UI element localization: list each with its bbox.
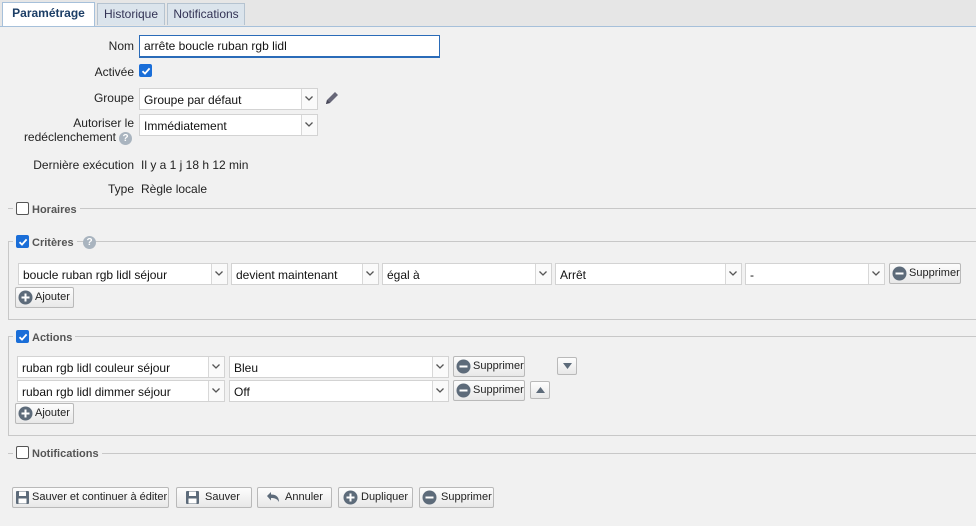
derniere-execution-label: Dernière exécution — [33, 158, 134, 172]
chevron-down-icon[interactable] — [208, 357, 224, 377]
criteria-delete-button[interactable]: Supprimer — [889, 263, 961, 284]
actions-checkbox[interactable] — [16, 330, 29, 343]
delete-label: Supprimer — [441, 491, 492, 503]
chevron-down-icon[interactable] — [432, 381, 448, 401]
minus-circle-icon — [456, 359, 471, 374]
chevron-down-icon[interactable] — [432, 357, 448, 377]
criteria-add-label: Ajouter — [35, 291, 70, 303]
settings-panel: Nom Activée Groupe Groupe par défaut Aut… — [0, 27, 976, 526]
activee-label: Activée — [94, 65, 134, 79]
save-label: Sauver — [205, 491, 240, 503]
notifications-checkbox[interactable] — [16, 446, 29, 459]
criteria-operator-select[interactable]: égal à — [382, 263, 552, 285]
tab-bar: Paramétrage Historique Notifications — [0, 0, 976, 27]
nom-input[interactable] — [139, 35, 440, 58]
actions-legend[interactable]: Actions — [13, 330, 76, 345]
action-delete-button-2[interactable]: Supprimer — [453, 380, 525, 401]
pencil-icon[interactable] — [323, 89, 341, 107]
minus-circle-icon — [422, 490, 437, 505]
action-add-label: Ajouter — [35, 407, 70, 419]
criteria-delete-label: Supprimer — [909, 267, 960, 279]
chevron-down-icon[interactable] — [208, 381, 224, 401]
floppy-disk-icon — [185, 490, 200, 505]
chevron-down-icon[interactable] — [535, 264, 551, 284]
criteria-add-button[interactable]: Ajouter — [15, 287, 74, 308]
action-value-value-2: Off — [234, 385, 250, 399]
notifications-separator — [8, 453, 976, 454]
groupe-select[interactable]: Groupe par défaut — [139, 88, 318, 110]
horaires-checkbox[interactable] — [16, 202, 29, 215]
type-value: Règle locale — [141, 182, 208, 196]
tab-parametrage[interactable]: Paramétrage — [2, 2, 95, 26]
action-device-select-2[interactable]: ruban rgb lidl dimmer séjour — [17, 380, 225, 402]
criteria-condition-value: devient maintenant — [236, 268, 338, 282]
action-value-select-1[interactable]: Bleu — [229, 356, 449, 378]
action-delete-label-2: Supprimer — [473, 384, 524, 396]
save-continue-button[interactable]: Sauver et continuer à éditer — [12, 487, 169, 508]
tab-historique[interactable]: Historique — [97, 3, 165, 25]
chevron-down-icon[interactable] — [301, 89, 317, 109]
duplicate-label: Dupliquer — [361, 491, 409, 503]
action-device-select-1[interactable]: ruban rgb lidl couleur séjour — [17, 356, 225, 378]
action-device-value-1: ruban rgb lidl couleur séjour — [22, 361, 171, 375]
criteria-extra-value: - — [750, 268, 754, 282]
nom-label: Nom — [108, 39, 134, 53]
groupe-select-value: Groupe par défaut — [144, 93, 242, 107]
help-icon[interactable]: ? — [83, 236, 96, 249]
actions-title: Actions — [32, 332, 73, 344]
minus-circle-icon — [892, 266, 907, 281]
help-icon[interactable]: ? — [119, 132, 132, 145]
action-delete-button-1[interactable]: Supprimer — [453, 356, 525, 377]
duplicate-button[interactable]: Dupliquer — [338, 487, 413, 508]
notifications-legend[interactable]: Notifications — [13, 446, 102, 461]
criteres-checkbox[interactable] — [16, 235, 29, 248]
criteria-device-select[interactable]: boucle ruban rgb lidl séjour — [18, 263, 228, 285]
autoriser-label-line1: Autoriser le — [73, 116, 134, 130]
minus-circle-icon — [456, 383, 471, 398]
move-down-button[interactable] — [557, 357, 577, 375]
type-label: Type — [107, 182, 134, 196]
delete-button[interactable]: Supprimer — [419, 487, 494, 508]
autoriser-select-value: Immédiatement — [144, 119, 227, 133]
chevron-down-icon[interactable] — [868, 264, 884, 284]
activee-checkbox[interactable] — [139, 64, 152, 77]
cancel-label: Annuler — [285, 491, 323, 503]
criteria-value-value: Arrêt — [560, 268, 587, 282]
criteres-title: Critères — [32, 237, 74, 249]
horaires-title: Horaires — [32, 204, 77, 216]
criteria-extra-select[interactable]: - — [745, 263, 885, 285]
autoriser-select[interactable]: Immédiatement — [139, 114, 318, 136]
action-device-value-2: ruban rgb lidl dimmer séjour — [22, 385, 171, 399]
groupe-label: Groupe — [93, 91, 134, 105]
criteres-legend[interactable]: Critères — [13, 235, 77, 250]
autoriser-label-line2: redéclenchement — [23, 130, 116, 144]
floppy-disk-icon — [15, 490, 30, 505]
action-delete-label-1: Supprimer — [473, 360, 524, 372]
action-add-button[interactable]: Ajouter — [15, 403, 74, 424]
criteria-condition-select[interactable]: devient maintenant — [231, 263, 379, 285]
cancel-button[interactable]: Annuler — [257, 487, 332, 508]
tab-notifications[interactable]: Notifications — [167, 3, 245, 25]
criteria-value-select[interactable]: Arrêt — [555, 263, 742, 285]
chevron-down-icon[interactable] — [362, 264, 378, 284]
criteria-operator-value: égal à — [387, 268, 420, 282]
save-continue-label: Sauver et continuer à éditer — [32, 491, 168, 503]
plus-circle-icon — [343, 490, 358, 505]
notifications-title: Notifications — [32, 448, 99, 460]
chevron-down-icon[interactable] — [725, 264, 741, 284]
plus-circle-icon — [18, 406, 33, 421]
undo-arrow-icon — [265, 490, 280, 505]
action-value-select-2[interactable]: Off — [229, 380, 449, 402]
plus-circle-icon — [18, 290, 33, 305]
action-value-value-1: Bleu — [234, 361, 259, 375]
save-button[interactable]: Sauver — [176, 487, 252, 508]
horaires-separator — [8, 208, 976, 209]
criteria-device-value: boucle ruban rgb lidl séjour — [23, 268, 168, 282]
derniere-execution-value: Il y a 1 j 18 h 12 min — [141, 158, 249, 172]
move-up-button[interactable] — [530, 381, 550, 399]
horaires-legend[interactable]: Horaires — [13, 202, 80, 217]
chevron-down-icon[interactable] — [211, 264, 227, 284]
chevron-down-icon[interactable] — [301, 115, 317, 135]
